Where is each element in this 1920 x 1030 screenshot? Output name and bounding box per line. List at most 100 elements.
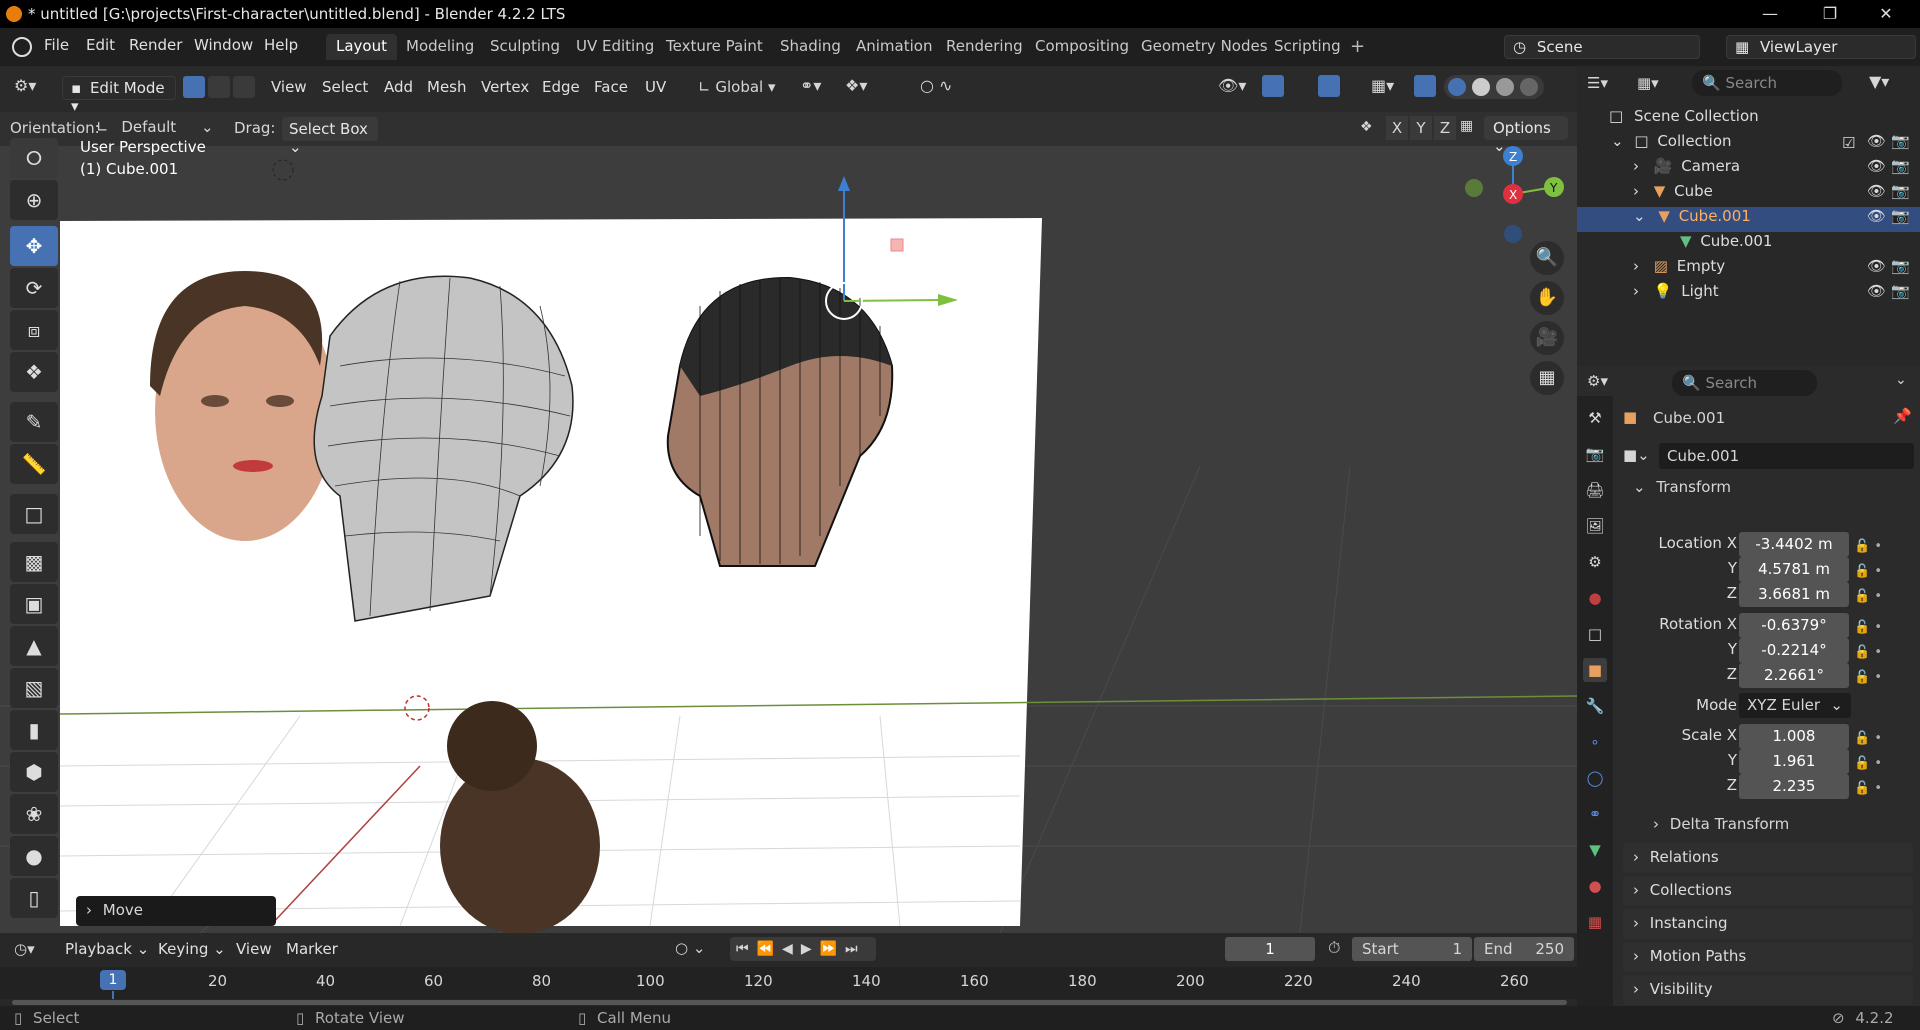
maximize-button[interactable]: ❐ bbox=[1806, 2, 1854, 26]
jump-end-icon[interactable]: ⏭ bbox=[845, 941, 866, 957]
tab-texture-paint[interactable]: Texture Paint bbox=[656, 34, 773, 60]
knife-tool[interactable]: ▮ bbox=[10, 710, 58, 750]
stopwatch-icon[interactable]: ⏱ bbox=[1328, 938, 1340, 958]
timeline-scrollbar[interactable] bbox=[12, 1000, 1567, 1005]
camera-render-icon[interactable]: 📷 bbox=[1891, 182, 1910, 200]
tab-rendering[interactable]: Rendering bbox=[936, 34, 1033, 60]
drag-dropdown[interactable]: Select Box ⌄ bbox=[282, 117, 378, 156]
annotate-tool[interactable]: ✎ bbox=[10, 402, 58, 442]
solid-shading-icon[interactable] bbox=[1472, 78, 1490, 96]
extrude-tool[interactable]: ▩ bbox=[10, 542, 58, 582]
modifier-tab-icon[interactable]: 🔧 bbox=[1583, 694, 1607, 718]
outliner-collection[interactable]: ⌄ □ Collection ☑ 👁 📷 bbox=[1577, 132, 1920, 157]
shading-mode-group[interactable] bbox=[1444, 75, 1544, 99]
outliner-search-input[interactable]: 🔍 Search bbox=[1692, 70, 1842, 96]
timeline-editor-icon[interactable]: ◷▾ bbox=[14, 940, 35, 958]
viewport-scene[interactable] bbox=[0, 66, 1577, 933]
checkbox-icon[interactable]: ☑ bbox=[1842, 134, 1855, 152]
jump-start-icon[interactable]: ⏮ bbox=[736, 941, 757, 957]
last-operator-panel[interactable]: › Move bbox=[76, 896, 276, 926]
eye-icon[interactable]: 👁 bbox=[1867, 132, 1886, 150]
proportional-edit-icon[interactable]: ○ ∿ bbox=[920, 76, 952, 95]
transform-tool[interactable]: ❖ bbox=[10, 352, 58, 392]
camera-render-icon[interactable]: 📷 bbox=[1891, 157, 1910, 175]
properties-editor-icon[interactable]: ⚙▾ bbox=[1587, 372, 1608, 390]
transform-space-dropdown[interactable]: ∟ Global ▾ bbox=[698, 78, 776, 96]
mode-selector[interactable]: ▪ Edit Mode ▾ bbox=[62, 76, 176, 115]
add-cube-tool[interactable]: □ bbox=[10, 494, 58, 534]
display-mode-icon[interactable]: ▦▾ bbox=[1637, 74, 1659, 92]
smooth-tool[interactable]: ● bbox=[10, 836, 58, 876]
lock-icon[interactable]: 🔓 • bbox=[1854, 615, 1882, 640]
camera-view-icon[interactable]: 🎥 bbox=[1530, 321, 1564, 355]
close-window-button[interactable]: ✕ bbox=[1862, 2, 1910, 26]
scale-y-field[interactable]: 1.961 bbox=[1739, 749, 1849, 774]
rendered-shading-icon[interactable] bbox=[1520, 78, 1538, 96]
perspective-toggle-icon[interactable]: ▦ bbox=[1530, 361, 1564, 395]
rotation-x-field[interactable]: -0.6379° bbox=[1739, 613, 1849, 638]
lock-icon[interactable]: 🔓 • bbox=[1854, 534, 1882, 559]
end-frame-field[interactable]: End 250 bbox=[1474, 937, 1574, 961]
auto-merge-icon[interactable]: ▦ bbox=[1460, 118, 1473, 134]
camera-render-icon[interactable]: 📷 bbox=[1891, 207, 1910, 225]
timeline-menu-keying[interactable]: Keying ⌄ bbox=[158, 940, 226, 958]
transform-panel-header[interactable]: ⌄ Transform bbox=[1633, 478, 1731, 496]
material-tab-icon[interactable]: ● bbox=[1583, 874, 1607, 898]
add-workspace-icon[interactable]: + bbox=[1350, 36, 1365, 57]
material-shading-icon[interactable] bbox=[1496, 78, 1514, 96]
output-tab-icon[interactable]: 🖨 bbox=[1583, 478, 1607, 502]
scene-selector[interactable]: ◷ Scene bbox=[1504, 35, 1700, 59]
tab-sculpting[interactable]: Sculpting bbox=[480, 34, 570, 60]
outliner-item-empty[interactable]: › ▨ Empty 👁 📷 bbox=[1577, 257, 1920, 282]
tool-tab-icon[interactable]: ⚒ bbox=[1583, 406, 1607, 430]
camera-render-icon[interactable]: 📷 bbox=[1891, 257, 1910, 275]
current-frame-field[interactable]: 1 bbox=[1225, 937, 1315, 961]
pan-hand-icon[interactable]: ✋ bbox=[1530, 281, 1564, 315]
lock-icon[interactable]: 🔓 • bbox=[1854, 665, 1882, 690]
inset-tool[interactable]: ▣ bbox=[10, 584, 58, 624]
instancing-panel[interactable]: › Instancing bbox=[1623, 909, 1913, 939]
outliner-item-camera[interactable]: › 🎥 Camera 👁 📷 bbox=[1577, 157, 1920, 182]
lock-icon[interactable]: 🔓 • bbox=[1854, 726, 1882, 751]
wireframe-shading-icon[interactable] bbox=[1448, 78, 1466, 96]
minimize-button[interactable]: — bbox=[1746, 2, 1794, 26]
delta-transform-panel[interactable]: › Delta Transform bbox=[1653, 815, 1789, 833]
pin-icon[interactable]: 📌 bbox=[1893, 407, 1912, 425]
relations-panel[interactable]: › Relations bbox=[1623, 843, 1913, 873]
eye-icon[interactable]: 👁 bbox=[1867, 207, 1886, 225]
collection-tab-icon[interactable]: □ bbox=[1583, 622, 1607, 646]
auto-keying-icon[interactable]: ○ ⌄ bbox=[675, 939, 705, 957]
viewport-menu-edge[interactable]: Edge bbox=[542, 78, 580, 96]
scale-z-field[interactable]: 2.235 bbox=[1739, 774, 1849, 799]
location-y-field[interactable]: 4.5781 m bbox=[1739, 557, 1849, 582]
playhead[interactable]: 1 bbox=[100, 970, 126, 990]
outliner-editor-icon[interactable]: ☰▾ bbox=[1587, 74, 1608, 92]
start-frame-field[interactable]: Start 1 bbox=[1352, 937, 1472, 961]
eye-icon[interactable]: 👁 bbox=[1867, 282, 1886, 300]
location-z-field[interactable]: 3.6681 m bbox=[1739, 582, 1849, 607]
gizmo-neg-y-axis[interactable] bbox=[1465, 179, 1483, 197]
rotation-y-field[interactable]: -0.2214° bbox=[1739, 638, 1849, 663]
next-keyframe-icon[interactable]: ⏩ bbox=[820, 941, 845, 957]
timeline-menu-view[interactable]: View bbox=[236, 940, 272, 958]
tab-uv-editing[interactable]: UV Editing bbox=[566, 34, 664, 60]
scale-tool[interactable]: ⧈ bbox=[10, 310, 58, 350]
xray-toggle-button[interactable] bbox=[1414, 75, 1436, 97]
mirror-x-button[interactable]: X bbox=[1386, 116, 1408, 140]
spin-tool[interactable]: ❀ bbox=[10, 794, 58, 834]
menu-edit[interactable]: Edit bbox=[86, 36, 115, 54]
poly-build-tool[interactable]: ⬢ bbox=[10, 752, 58, 792]
3d-viewport[interactable]: ⚙▾ ▪ Edit Mode ▾ View Select Add Mesh Ve… bbox=[0, 66, 1577, 933]
lock-icon[interactable]: 🔓 • bbox=[1854, 559, 1882, 584]
tab-layout[interactable]: Layout bbox=[326, 34, 397, 60]
eye-icon[interactable]: 👁 bbox=[1867, 257, 1886, 275]
lock-icon[interactable]: 🔓 • bbox=[1854, 640, 1882, 665]
outliner-item-light[interactable]: › 💡 Light 👁 📷 bbox=[1577, 282, 1920, 307]
snap-icon[interactable]: ❖▾ bbox=[845, 76, 867, 95]
viewport-menu-add[interactable]: Add bbox=[384, 78, 413, 96]
pivot-point-icon[interactable]: ⚭▾ bbox=[800, 76, 821, 95]
viewport-menu-vertex[interactable]: Vertex bbox=[481, 78, 529, 96]
outliner-scene-collection[interactable]: □ Scene Collection bbox=[1577, 107, 1920, 132]
motion-paths-panel[interactable]: › Motion Paths bbox=[1623, 942, 1913, 972]
viewport-menu-view[interactable]: View bbox=[271, 78, 307, 96]
